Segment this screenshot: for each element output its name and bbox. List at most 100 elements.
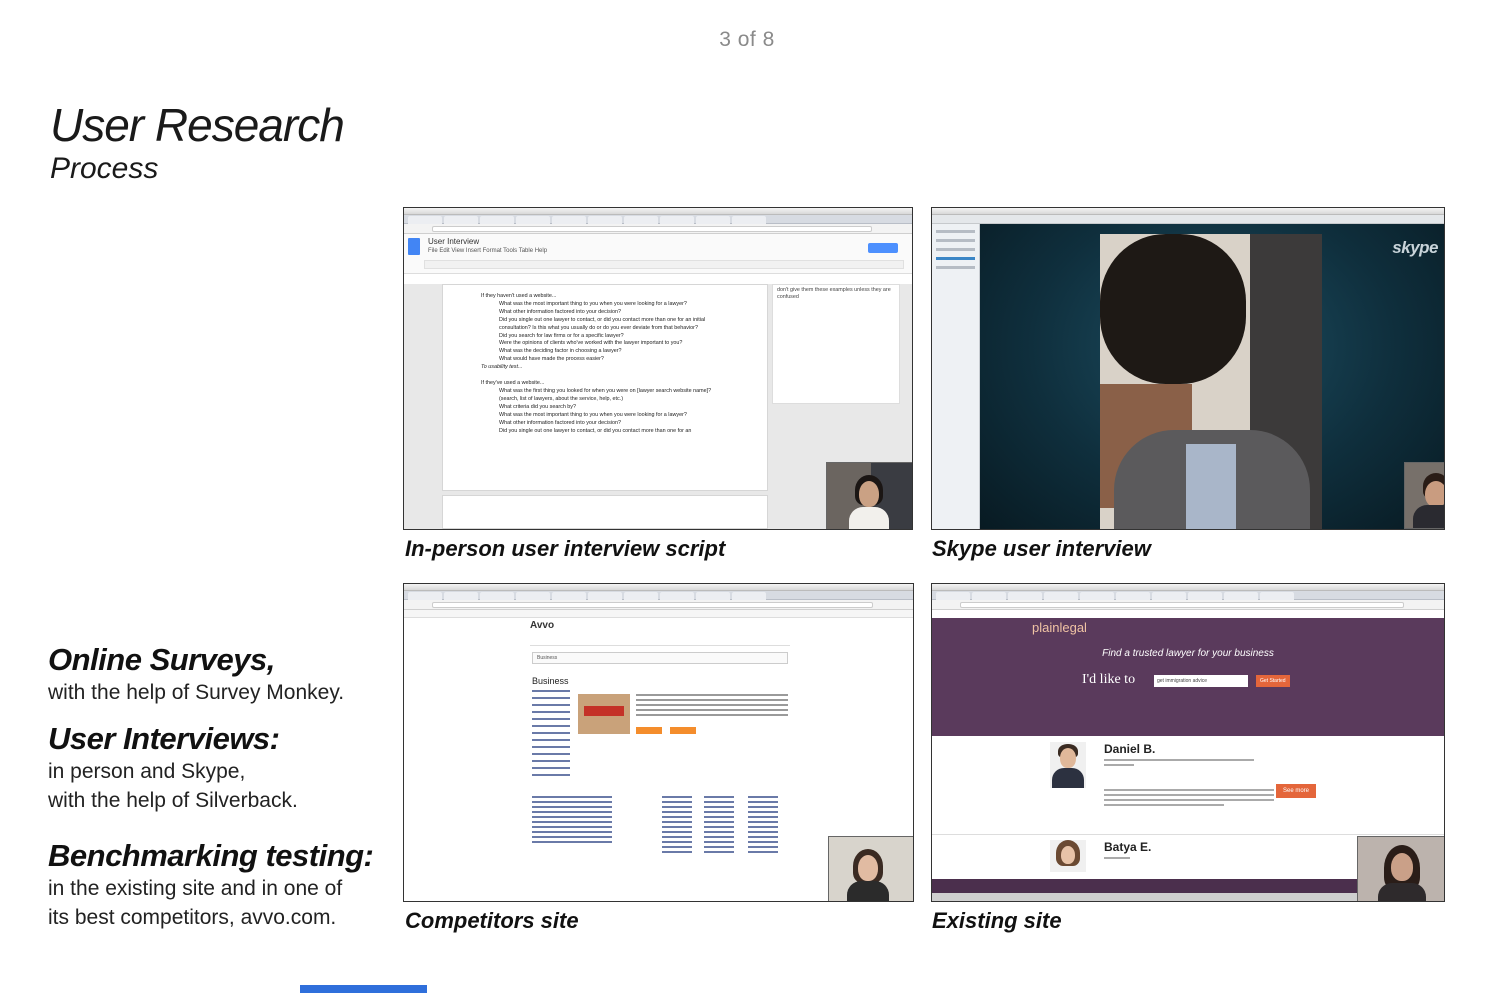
doc-line: What other information factored into you… [499, 419, 621, 426]
skype-remote-video [1100, 234, 1322, 529]
menu-bar [932, 208, 1444, 215]
caption-avvo: Competitors site [405, 908, 579, 933]
doc-page-next [442, 495, 768, 529]
caption-docs: In-person user interview script [405, 536, 726, 561]
doc-line: Did you single out one lawyer to contact… [499, 427, 692, 434]
lawyer1-name: Daniel B. [1104, 742, 1156, 756]
doc-page: If they haven't used a website... What w… [442, 284, 768, 491]
doc-line: To usability test... [481, 364, 523, 371]
skype-titlebar [932, 215, 1444, 224]
format-toolbar [424, 260, 904, 269]
participant-face [1425, 481, 1444, 507]
webcam-pip [1357, 836, 1444, 901]
participant-face [1391, 853, 1413, 881]
participant-hair [1100, 234, 1246, 384]
method-heading: User Interviews: [48, 721, 280, 756]
screenshot-docs: User Interview File Edit View Insert For… [403, 207, 913, 530]
doc-line: What would have made the process easier? [499, 356, 604, 363]
avvo-questions [532, 796, 612, 846]
lawyer2-card: Batya E. [1104, 840, 1274, 859]
plainlegal-logo: plainlegal [1032, 620, 1087, 635]
page-title: User Research [50, 99, 345, 151]
bookmarks-bar [404, 610, 913, 618]
doc-line: What other information factored into you… [499, 308, 621, 315]
lawyer1-photo [1050, 742, 1086, 788]
address-bar [404, 224, 912, 234]
caption-skype: Skype user interview [932, 536, 1151, 561]
caption-plainlegal: Existing site [932, 908, 1062, 933]
doc-line: If they've used a website... [481, 380, 545, 387]
doc-comment: don't give them these examples unless th… [772, 284, 900, 404]
method-heading: Online Surveys, [48, 642, 275, 677]
doc-line: What was the deciding factor in choosing… [499, 348, 622, 355]
doc-line: Did you single out one lawyer to contact… [499, 316, 706, 331]
docs-toolbar: User Interview File Edit View Insert For… [404, 234, 912, 274]
lawyer2-name: Batya E. [1104, 840, 1152, 854]
plainlegal-go-button: Get Started [1256, 675, 1290, 687]
method-heading: Benchmarking testing: [48, 838, 374, 873]
menu-bar [404, 208, 912, 215]
page-counter: 3 of 8 [719, 28, 775, 51]
plainlegal-prompt: I'd like to [1082, 672, 1136, 687]
skype-call-area: skype [980, 224, 1444, 529]
webcam-pip [826, 462, 912, 529]
lawyer-face [1061, 846, 1075, 864]
avvo-search: Business [532, 652, 788, 664]
screenshot-plainlegal: plainlegal Find a trusted lawyer for you… [931, 583, 1445, 902]
method-line: in the existing site and in one of [48, 877, 343, 900]
lawyer1-card: Daniel B. [1104, 742, 1274, 806]
screenshot-skype: skype [931, 207, 1445, 530]
progress-bar [300, 985, 427, 993]
participant-face [859, 481, 879, 507]
browser-tabs [404, 591, 913, 600]
skype-sidebar [932, 224, 980, 529]
method-line: in person and Skype, [48, 760, 246, 783]
method-line: its best competitors, avvo.com. [48, 906, 337, 929]
doc-line: What criteria did you search by? [499, 403, 577, 410]
avvo-nav [530, 636, 790, 646]
participant-face [858, 855, 878, 881]
lawyer2-photo [1050, 840, 1086, 872]
doc-line: What was the first thing you looked for … [499, 387, 712, 402]
plainlegal-tagline: Find a trusted lawyer for your business [1102, 648, 1274, 659]
avvo-find-button [670, 727, 696, 734]
method-user-interviews: User Interviews: in person and Skype, wi… [48, 721, 298, 815]
lawyer-face [1060, 748, 1076, 768]
browser-tabs [932, 591, 1444, 600]
browser-tabs [404, 215, 912, 224]
address-bar [932, 600, 1444, 610]
method-benchmarking: Benchmarking testing: in the existing si… [48, 838, 374, 932]
doc-title: User Interview [428, 237, 480, 246]
doc-text: If they haven't used a website... What w… [481, 293, 721, 435]
share-button [868, 243, 898, 253]
method-line: with the help of Silverback. [48, 789, 298, 812]
avvo-ask-button [636, 727, 662, 734]
skype-logo: skype [1392, 238, 1438, 257]
doc-line: What was the most important thing to you… [499, 300, 687, 307]
doc-line: Were the opinions of clients who've work… [499, 340, 683, 347]
avvo-attorneys-col2 [704, 796, 734, 856]
menu-bar [404, 584, 913, 591]
webcam-pip [1404, 462, 1444, 529]
menu-bar [932, 584, 1444, 591]
method-line: with the help of Survey Monkey. [48, 681, 345, 704]
docs-icon [408, 238, 420, 255]
plainlegal-input: get immigration advice [1154, 675, 1248, 687]
avvo-attorneys-col3 [748, 796, 778, 856]
avvo-intro-text [636, 694, 788, 719]
avvo-feature-image [578, 694, 630, 734]
avvo-attorneys-col1 [662, 796, 692, 856]
doc-line: Did you search for law firms or for a sp… [499, 332, 624, 339]
doc-line: What was the most important thing to you… [499, 411, 687, 418]
screenshot-avvo: Avvo Business Business [403, 583, 914, 902]
avvo-sidebar-links [532, 690, 570, 781]
method-online-surveys: Online Surveys, with the help of Survey … [48, 642, 344, 707]
avvo-heading: Business [532, 676, 569, 686]
doc-menu: File Edit View Insert Format Tools Table… [428, 248, 548, 254]
webcam-pip [828, 836, 913, 901]
see-more-button: See more [1276, 784, 1316, 798]
address-bar [404, 600, 913, 610]
avvo-logo: Avvo [530, 620, 555, 631]
page-subtitle: Process [50, 152, 159, 185]
doc-line: If they haven't used a website... [481, 293, 557, 299]
